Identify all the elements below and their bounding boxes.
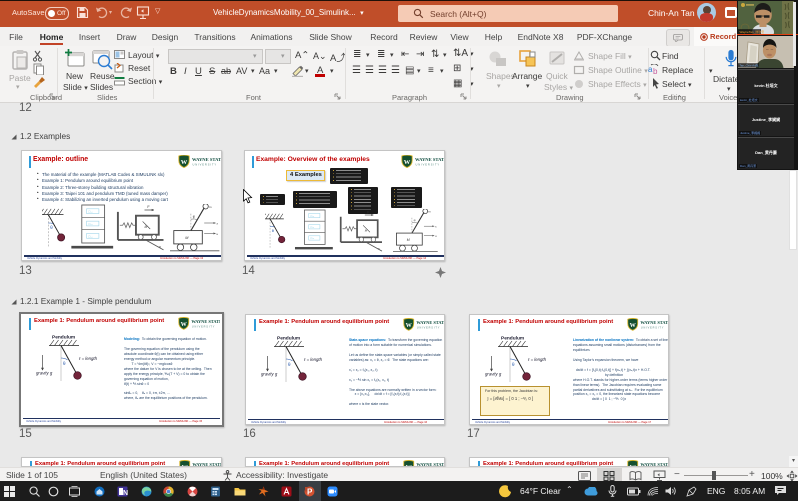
svg-text:Tan_Chin-An陈: Tan_Chin-An陈	[740, 64, 759, 68]
svg-text:b: b	[653, 67, 658, 75]
svg-text:N: N	[123, 490, 128, 497]
svg-text:P: P	[307, 488, 313, 497]
